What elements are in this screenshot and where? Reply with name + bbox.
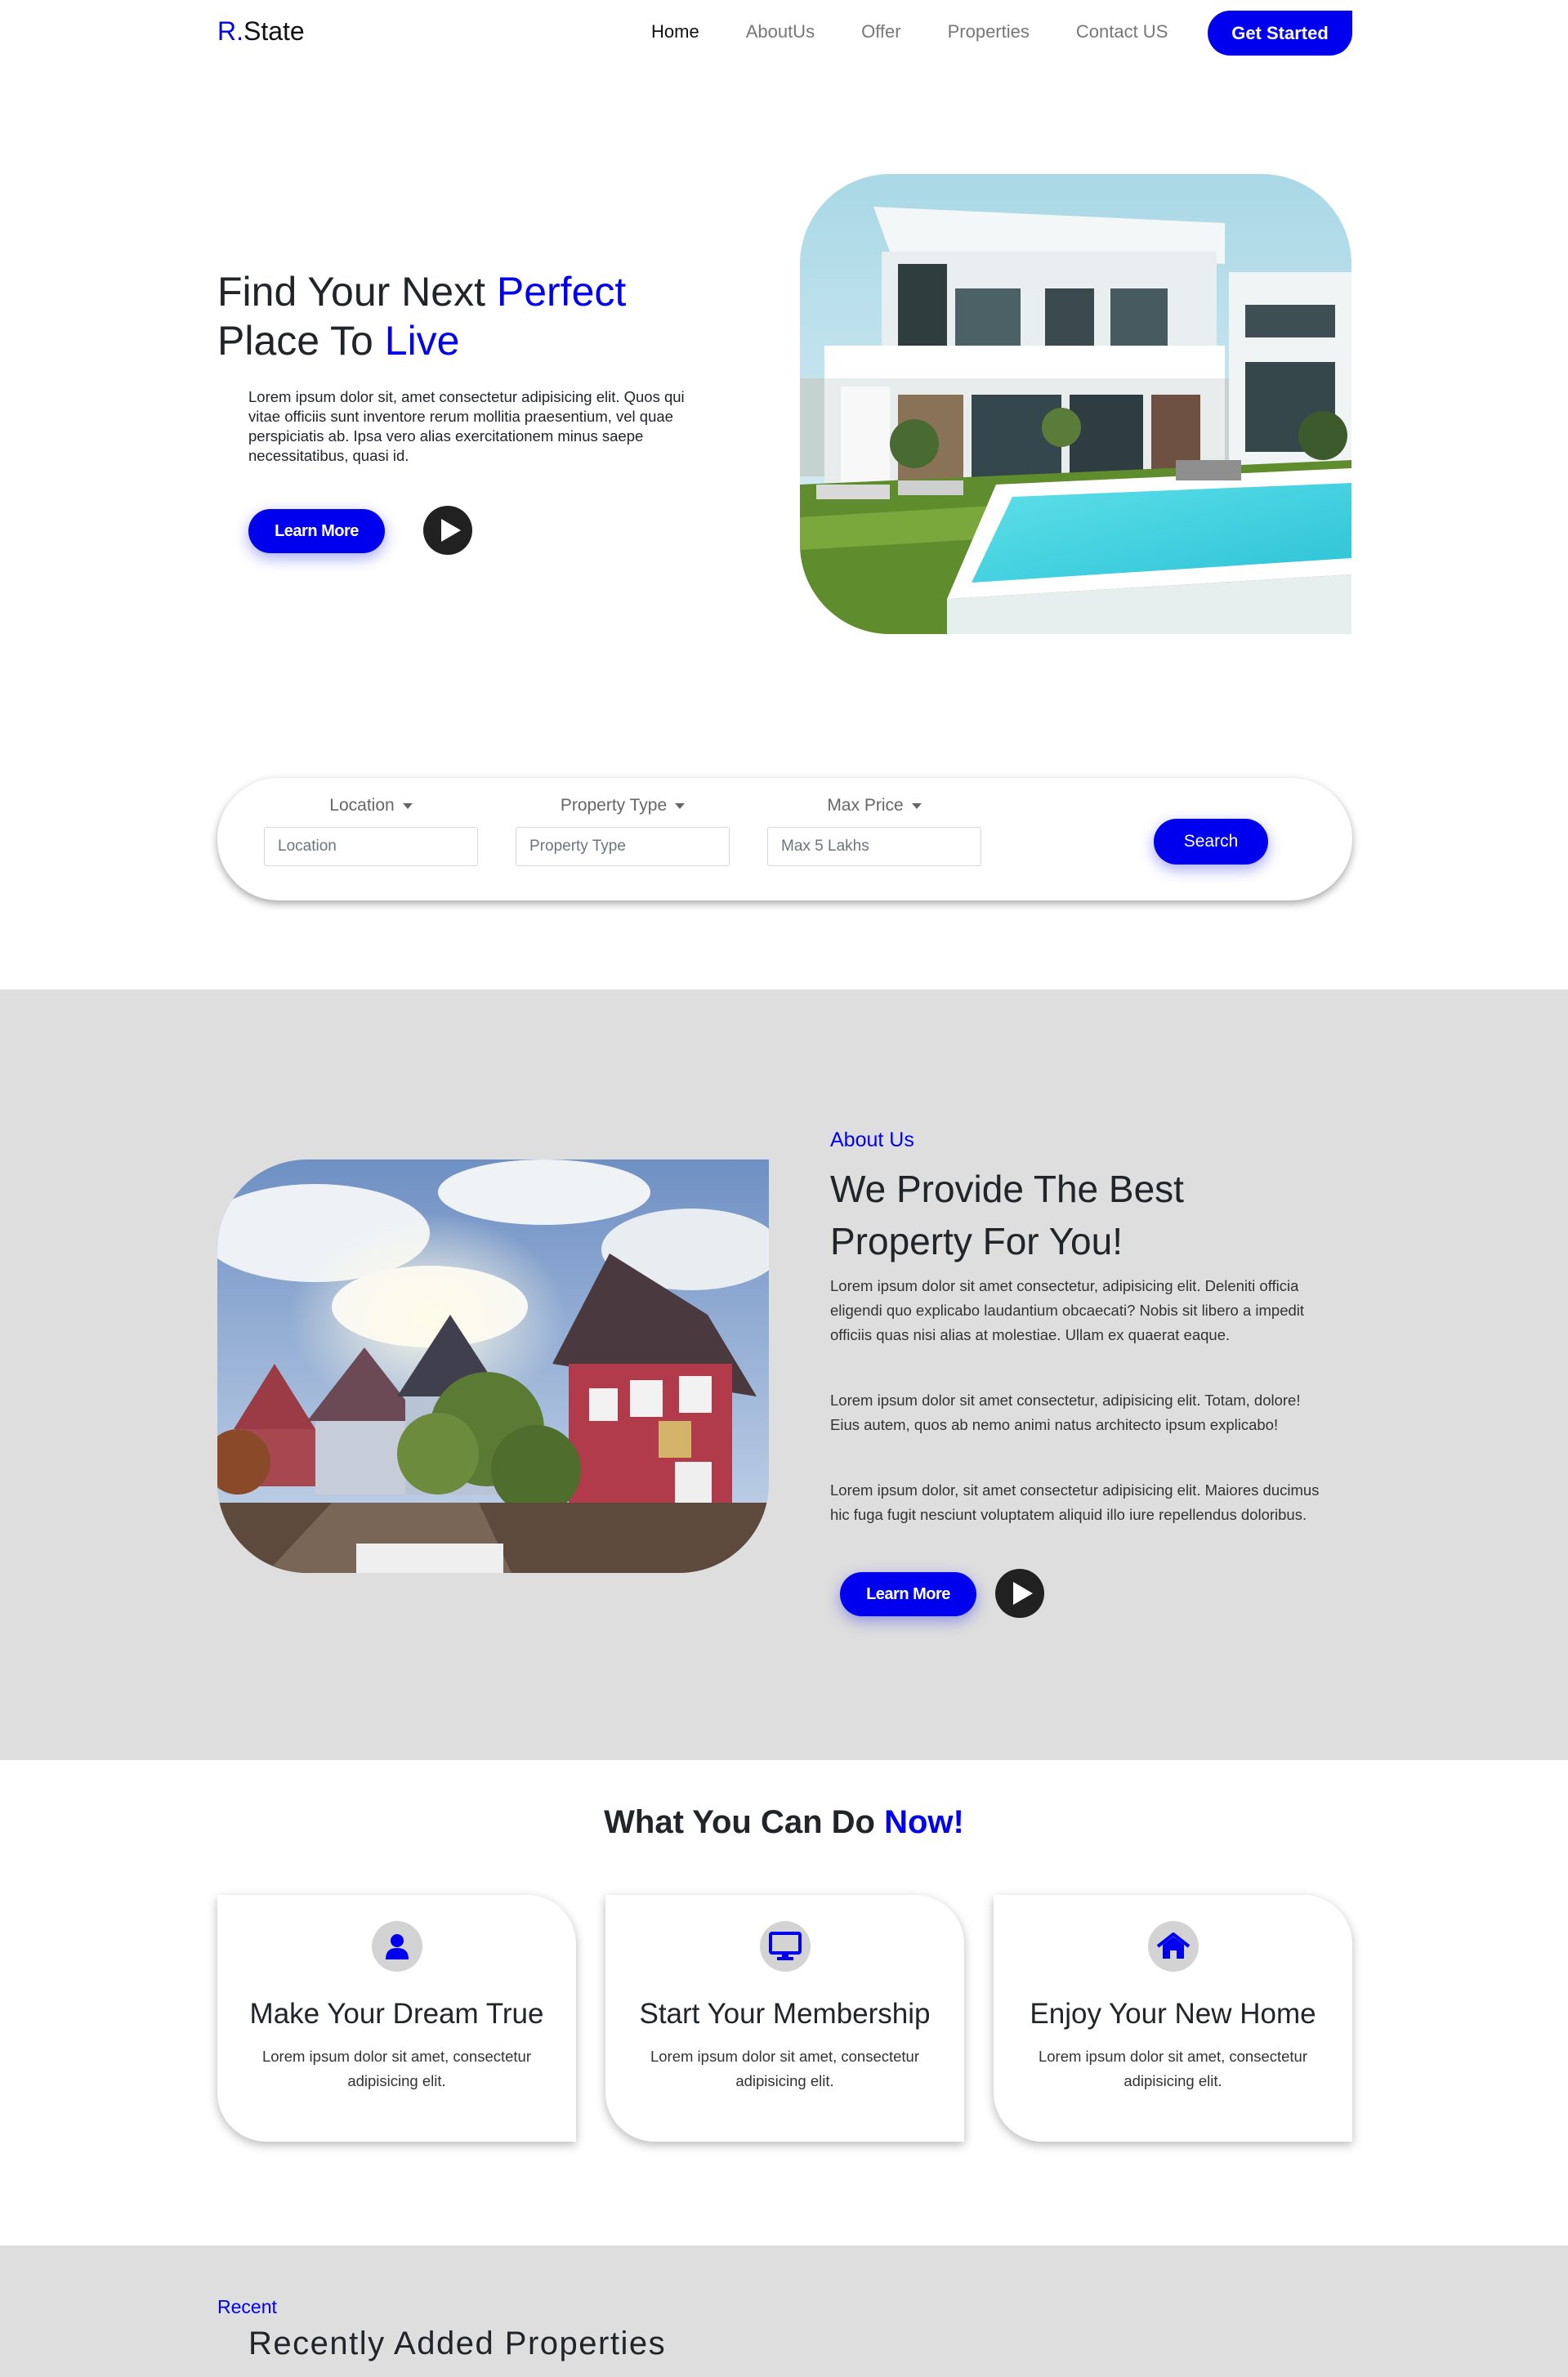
brand-prefix: R.	[217, 16, 243, 46]
services-title: What You Can Do Now!	[0, 1804, 1568, 1841]
service-card-membership[interactable]: Start Your Membership Lorem ipsum dolor …	[605, 1895, 964, 2142]
hero-title-highlight2: Live	[384, 318, 460, 364]
recent-title: Recently Added Properties	[248, 2326, 667, 2361]
home-icon	[1148, 1921, 1199, 1972]
caret-down-icon	[402, 802, 413, 809]
service-card-text: Lorem ipsum dolor sit amet, consectetur …	[261, 2048, 532, 2089]
max-price-filter: Max Price	[767, 796, 981, 866]
location-dropdown[interactable]: Location	[264, 796, 478, 815]
hero-title: Find Your Next Perfect Place To Live	[217, 267, 626, 365]
location-dropdown-label: Location	[329, 796, 395, 815]
desktop-icon	[760, 1921, 811, 1972]
property-type-input[interactable]	[516, 827, 730, 866]
hero-title-highlight1: Perfect	[496, 269, 627, 315]
about-kicker: About Us	[830, 1128, 914, 1151]
about-learn-more-button[interactable]: Learn More	[840, 1572, 976, 1616]
max-price-dropdown[interactable]: Max Price	[767, 796, 981, 815]
recent-properties-section: Recent Recently Added Properties	[0, 2245, 1568, 2377]
about-section: About Us We Provide The Best Property Fo…	[0, 990, 1568, 1760]
location-input[interactable]	[264, 827, 478, 866]
service-card-dream[interactable]: Make Your Dream True Lorem ipsum dolor s…	[217, 1895, 576, 2142]
location-filter: Location	[264, 796, 478, 866]
services-title-text: What You Can Do	[604, 1804, 885, 1840]
about-play-icon[interactable]	[995, 1569, 1044, 1618]
nav-item-about[interactable]: AboutUs	[746, 21, 815, 42]
max-price-input[interactable]	[767, 827, 981, 866]
nav-links: Home AboutUs Offer Properties Contact US	[651, 21, 1214, 42]
hero-title-part1: Find Your Next	[217, 269, 497, 315]
about-paragraph-1: Lorem ipsum dolor sit amet consectetur, …	[830, 1277, 1305, 1343]
get-started-button[interactable]: Get Started	[1208, 11, 1352, 56]
hero-play-icon[interactable]	[423, 506, 472, 555]
hero-house-image	[800, 174, 1351, 634]
hero-title-part2: Place To	[217, 318, 385, 364]
property-search-bar: Location Property Type Max Price Search	[217, 778, 1352, 900]
service-card-title: Start Your Membership	[639, 1998, 931, 2030]
caret-down-icon	[675, 802, 686, 809]
service-card-text: Lorem ipsum dolor sit amet, consectetur …	[650, 2048, 920, 2089]
service-card-home[interactable]: Enjoy Your New Home Lorem ipsum dolor si…	[994, 1895, 1352, 2142]
about-houses-image	[217, 1159, 769, 1573]
property-type-dropdown[interactable]: Property Type	[516, 796, 730, 815]
brand-name: State	[243, 16, 305, 46]
caret-down-icon	[911, 802, 922, 809]
nav-item-offer[interactable]: Offer	[861, 21, 901, 42]
recent-kicker: Recent	[217, 2296, 277, 2317]
search-button[interactable]: Search	[1154, 819, 1268, 865]
nav-item-contact[interactable]: Contact US	[1076, 21, 1168, 42]
service-card-title: Enjoy Your New Home	[1030, 1998, 1316, 2030]
max-price-dropdown-label: Max Price	[827, 796, 904, 815]
about-title: We Provide The Best Property For You!	[830, 1168, 1184, 1262]
about-paragraph-2: Lorem ipsum dolor sit amet consectetur, …	[830, 1392, 1301, 1433]
property-type-dropdown-label: Property Type	[560, 796, 668, 815]
hero-description: Lorem ipsum dolor sit, amet consectetur …	[248, 388, 685, 464]
services-title-highlight: Now!	[884, 1804, 964, 1840]
service-card-text: Lorem ipsum dolor sit amet, consectetur …	[1038, 2048, 1308, 2089]
nav-item-home[interactable]: Home	[651, 21, 699, 42]
service-card-title: Make Your Dream True	[249, 1998, 544, 2030]
navbar: R.State Home AboutUs Offer Properties Co…	[0, 0, 1568, 65]
hero-learn-more-button[interactable]: Learn More	[248, 509, 385, 553]
property-type-filter: Property Type	[516, 796, 730, 866]
nav-item-properties[interactable]: Properties	[948, 21, 1030, 42]
about-paragraph-3: Lorem ipsum dolor, sit amet consectetur …	[830, 1481, 1320, 1523]
brand-logo[interactable]: R.State	[217, 16, 305, 47]
user-icon	[372, 1921, 422, 1972]
